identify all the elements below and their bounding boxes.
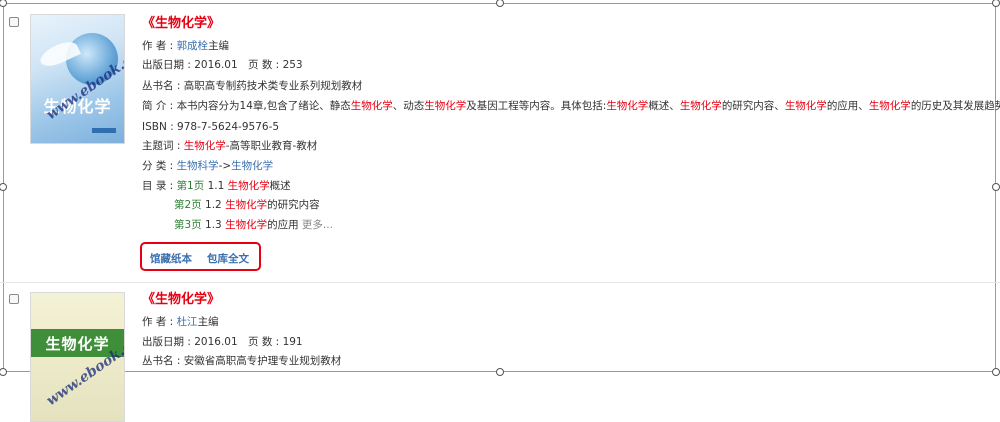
- category-link-1[interactable]: 生物科学: [177, 160, 219, 172]
- toc-line-3: 第3页 1.3 生物化学的应用 更多...: [174, 219, 333, 231]
- date-line: 出版日期 : 2016.01: [142, 336, 238, 348]
- author-link[interactable]: 郭成栓: [177, 40, 209, 52]
- toc-line-2: 第2页 1.2 生物化学的研究内容: [174, 199, 320, 211]
- select-checkbox[interactable]: [9, 17, 19, 27]
- title-keyword: 生物化学: [155, 292, 208, 307]
- category-link-2[interactable]: 生物化学: [231, 160, 273, 172]
- toc-page-link[interactable]: 第1页: [177, 180, 205, 192]
- search-result-1: 生物化学 www.ebook.com 《生物化学》 作 者 : 郭成栓主编 出版…: [0, 0, 1000, 280]
- author-line: 作 者 : 杜江主编: [142, 316, 219, 328]
- author-line: 作 者 : 郭成栓主编: [142, 40, 230, 52]
- book-title[interactable]: 《生物化学》: [142, 17, 220, 31]
- pages-line: 页 数 : 253: [248, 59, 303, 71]
- book-title[interactable]: 《生物化学》: [142, 293, 220, 307]
- date-line: 出版日期 : 2016.01: [142, 59, 238, 71]
- book-cover-image[interactable]: 生物化学 www.ebook.com: [30, 292, 125, 422]
- title-keyword: 生物化学: [155, 16, 208, 31]
- pages-line: 页 数 : 191: [248, 336, 303, 348]
- select-checkbox[interactable]: [9, 294, 19, 304]
- category-line: 分 类 : 生物科学->生物化学: [142, 160, 274, 172]
- toc-page-link[interactable]: 第3页: [174, 219, 202, 231]
- holdings-paper-button[interactable]: 馆藏纸本: [150, 251, 192, 266]
- author-link[interactable]: 杜江: [177, 316, 198, 328]
- fulltext-button[interactable]: 包库全文: [207, 251, 249, 266]
- toc-line-1: 目 录 : 第1页 1.1 生物化学概述: [142, 180, 291, 192]
- toc-page-link[interactable]: 第2页: [174, 199, 202, 211]
- summary-line: 简 介 : 本书内容分为14章,包含了绪论、静态生物化学、动态生物化学及基因工程…: [142, 100, 1000, 112]
- series-line: 丛书名 : 高职高专制药技术类专业系列规划教材: [142, 80, 363, 92]
- book-cover-image[interactable]: 生物化学 www.ebook.com: [30, 14, 125, 144]
- cover-publisher-mark: [92, 128, 116, 133]
- series-line: 丛书名 : 安徽省高职高专护理专业规划教材: [142, 355, 342, 367]
- isbn-line: ISBN : 978-7-5624-9576-5: [142, 121, 280, 133]
- toc-more-link[interactable]: 更多...: [302, 219, 333, 231]
- subject-line: 主题词 : 生物化学-高等职业教育-教材: [142, 140, 318, 152]
- search-result-2: 生物化学 www.ebook.com 《生物化学》 作 者 : 杜江主编 出版日…: [0, 283, 1000, 422]
